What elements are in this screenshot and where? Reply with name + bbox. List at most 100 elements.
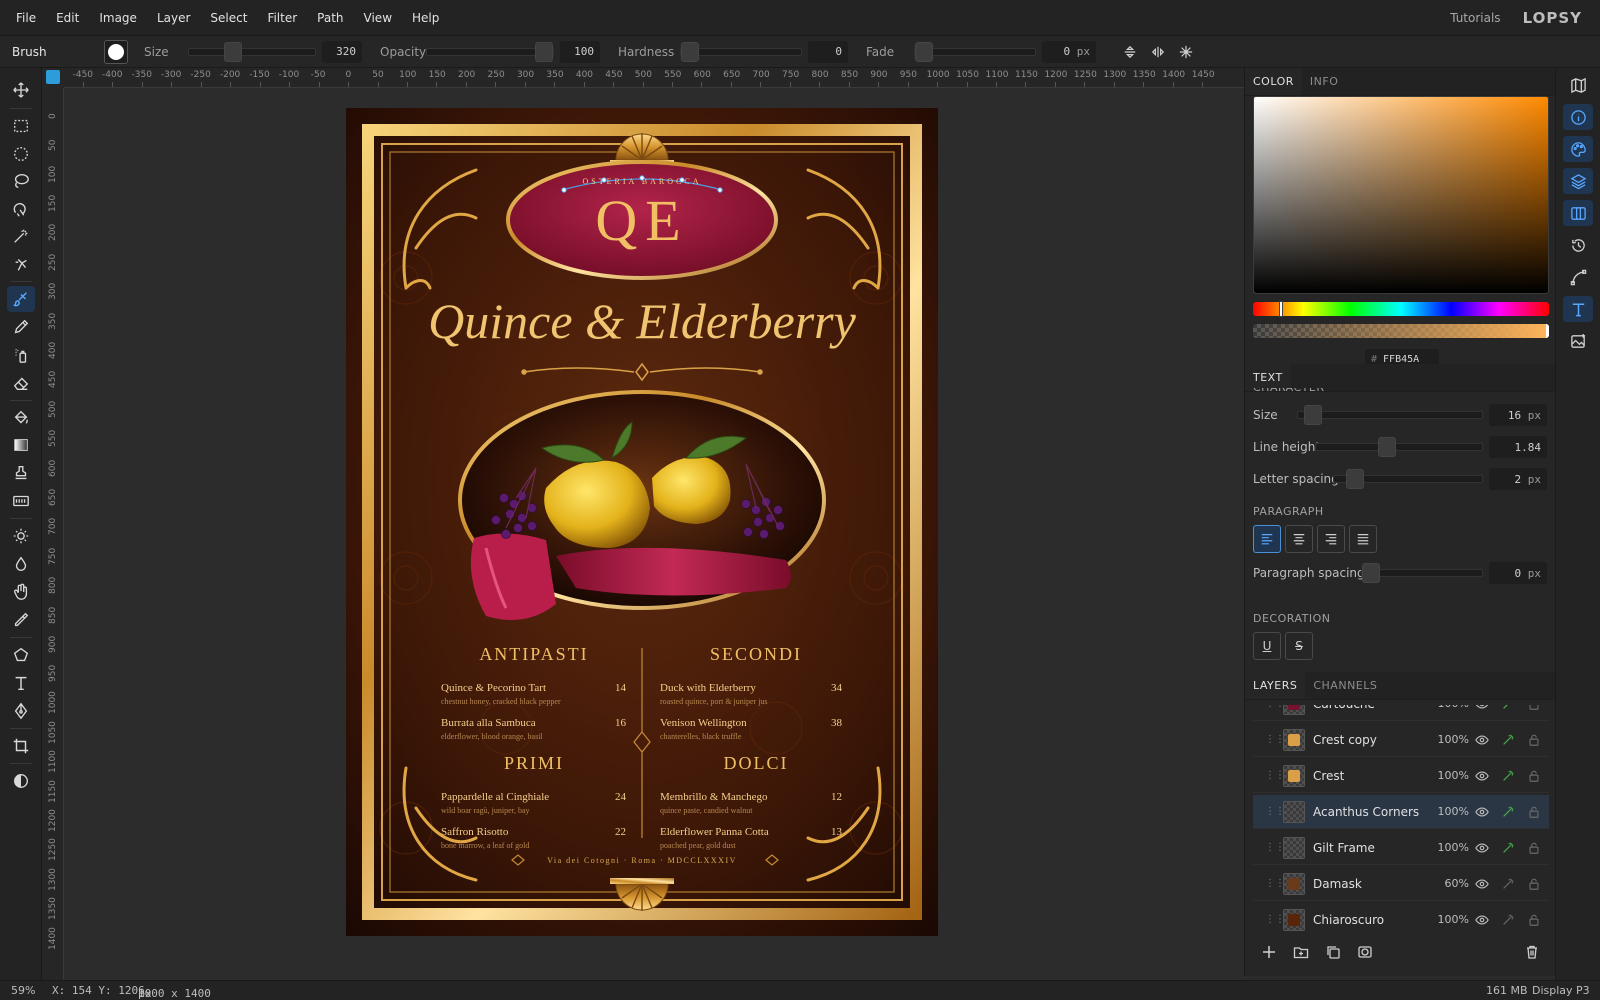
- size-value[interactable]: 320: [322, 40, 362, 63]
- ruler-corner[interactable]: [42, 68, 64, 88]
- line-height-value[interactable]: 1.84: [1489, 436, 1547, 458]
- symmetry-vertical-icon[interactable]: [1120, 42, 1140, 62]
- symmetry-horizontal-icon[interactable]: [1148, 42, 1168, 62]
- lock-icon[interactable]: [1521, 841, 1547, 855]
- stamp-tool-icon[interactable]: [7, 460, 35, 486]
- drag-handle-icon[interactable]: ⋮⋮: [1265, 770, 1285, 781]
- size-slider-thumb[interactable]: [223, 41, 242, 62]
- info-panel-icon[interactable]: [1563, 104, 1593, 130]
- text-panel-icon[interactable]: [1563, 296, 1593, 322]
- dodge-tool-icon[interactable]: [7, 523, 35, 549]
- align-right-icon[interactable]: [1317, 525, 1345, 553]
- tab-text[interactable]: TEXT: [1245, 364, 1291, 391]
- color-profile[interactable]: Display P3: [1532, 984, 1590, 997]
- new-group-icon[interactable]: [1285, 944, 1317, 960]
- drag-handle-icon[interactable]: ⋮⋮: [1265, 914, 1285, 925]
- vertical-ruler[interactable]: 0 50 100 150 200 250 300 350 400 450 500 550 600 650 7…: [42, 88, 64, 980]
- tab-color[interactable]: COLOR: [1245, 68, 1302, 95]
- lock-icon[interactable]: [1521, 733, 1547, 747]
- navigator-map-icon[interactable]: [1563, 72, 1593, 98]
- menu-help[interactable]: Help: [402, 0, 449, 36]
- layer-effects-icon[interactable]: [1495, 913, 1521, 927]
- hardness-slider[interactable]: [680, 41, 802, 62]
- layers-list[interactable]: ⋮⋮Cartouche100%⋮⋮Crest copy100%⋮⋮Crest10…: [1253, 705, 1549, 931]
- eraser-tool-icon[interactable]: [7, 370, 35, 396]
- layer-row[interactable]: ⋮⋮ Crest copy 100%: [1253, 723, 1549, 757]
- hardness-slider-thumb[interactable]: [681, 41, 699, 62]
- zoom-level[interactable]: 59%: [11, 984, 35, 997]
- tab-channels[interactable]: CHANNELS: [1305, 672, 1385, 699]
- pencil-tool-icon[interactable]: [7, 314, 35, 340]
- move-tool-icon[interactable]: [7, 77, 35, 103]
- paths-icon[interactable]: [1563, 264, 1593, 290]
- image-adjust-icon[interactable]: [1563, 328, 1593, 354]
- menu-image[interactable]: Image: [89, 0, 147, 36]
- symmetry-radial-icon[interactable]: [1176, 42, 1196, 62]
- layers-stack-icon[interactable]: [1563, 168, 1593, 194]
- line-height-thumb[interactable]: [1378, 437, 1396, 457]
- fade-slider[interactable]: [914, 41, 1036, 62]
- lock-icon[interactable]: [1521, 805, 1547, 819]
- paragraph-spacing-thumb[interactable]: [1362, 563, 1380, 583]
- lock-icon[interactable]: [1521, 769, 1547, 783]
- lasso-tool-icon[interactable]: [7, 168, 35, 194]
- horizontal-ruler[interactable]: -450 -400 -350 -300 -250 -200 -150 -100 -50 0 50 10…: [64, 68, 1244, 88]
- hue-slider[interactable]: [1253, 301, 1549, 317]
- pen-tool-icon[interactable]: [7, 698, 35, 724]
- layer-row[interactable]: ⋮⋮ Gilt Frame 100%: [1253, 831, 1549, 865]
- layer-effects-icon[interactable]: [1495, 841, 1521, 855]
- gradient-tool-icon[interactable]: [7, 432, 35, 458]
- smudge-tool-icon[interactable]: [7, 579, 35, 605]
- menu-path[interactable]: Path: [307, 0, 353, 36]
- pattern-stamp-tool-icon[interactable]: [7, 488, 35, 514]
- menu-edit[interactable]: Edit: [46, 0, 89, 36]
- layer-row[interactable]: ⋮⋮ Chiaroscuro 100%: [1253, 903, 1549, 931]
- columns-panel-icon[interactable]: [1563, 200, 1593, 226]
- lock-icon[interactable]: [1521, 705, 1547, 711]
- layer-name[interactable]: Chiaroscuro: [1313, 913, 1433, 927]
- menu-view[interactable]: View: [354, 0, 402, 36]
- hue-slider-thumb[interactable]: [1279, 301, 1283, 317]
- opacity-value[interactable]: 100: [560, 40, 600, 63]
- text-tool-icon[interactable]: [7, 670, 35, 696]
- hardness-value[interactable]: 0: [808, 40, 848, 63]
- delete-layer-icon[interactable]: [1516, 944, 1548, 960]
- opacity-slider-thumb[interactable]: [535, 41, 553, 62]
- shape-tool-icon[interactable]: [7, 642, 35, 668]
- color-palette-icon[interactable]: [1563, 136, 1593, 162]
- layer-name[interactable]: Crest copy: [1313, 733, 1433, 747]
- magnetic-lasso-tool-icon[interactable]: [7, 196, 35, 222]
- letter-spacing-slider[interactable]: [1333, 469, 1483, 489]
- align-center-icon[interactable]: [1285, 525, 1313, 553]
- spray-tool-icon[interactable]: [7, 342, 35, 368]
- layer-effects-icon[interactable]: [1495, 769, 1521, 783]
- visibility-eye-icon[interactable]: [1469, 805, 1495, 819]
- layer-row[interactable]: ⋮⋮ Acanthus Corners 100%: [1253, 795, 1549, 829]
- alpha-slider[interactable]: [1253, 324, 1549, 338]
- fade-slider-thumb[interactable]: [915, 41, 933, 62]
- layer-row[interactable]: ⋮⋮ Damask 60%: [1253, 867, 1549, 901]
- layer-name[interactable]: Damask: [1313, 877, 1433, 891]
- layer-name[interactable]: Gilt Frame: [1313, 841, 1433, 855]
- menu-filter[interactable]: Filter: [257, 0, 307, 36]
- menu-layer[interactable]: Layer: [147, 0, 200, 36]
- tab-layers[interactable]: LAYERS: [1245, 672, 1306, 699]
- tab-info[interactable]: INFO: [1302, 68, 1346, 95]
- lock-icon[interactable]: [1521, 913, 1547, 927]
- layer-row[interactable]: ⋮⋮ Crest 100%: [1253, 759, 1549, 793]
- layer-effects-icon[interactable]: [1495, 733, 1521, 747]
- line-height-slider[interactable]: [1315, 437, 1483, 457]
- underline-button[interactable]: U: [1253, 632, 1281, 660]
- visibility-eye-icon[interactable]: [1469, 705, 1495, 711]
- paragraph-spacing-value-box[interactable]: 0 px: [1489, 562, 1547, 584]
- quick-select-tool-icon[interactable]: [7, 251, 35, 277]
- color-saturation-field[interactable]: [1253, 96, 1549, 294]
- canvas-area[interactable]: QE OSTERIA BAROCCA Quince & Elderberry V…: [64, 88, 1244, 980]
- drag-handle-icon[interactable]: ⋮⋮: [1265, 734, 1285, 745]
- visibility-eye-icon[interactable]: [1469, 841, 1495, 855]
- visibility-eye-icon[interactable]: [1469, 733, 1495, 747]
- align-justify-icon[interactable]: [1349, 525, 1377, 553]
- paragraph-spacing-slider[interactable]: [1361, 563, 1483, 583]
- drag-handle-icon[interactable]: ⋮⋮: [1265, 806, 1285, 817]
- text-size-value-box[interactable]: 16 px: [1489, 404, 1547, 426]
